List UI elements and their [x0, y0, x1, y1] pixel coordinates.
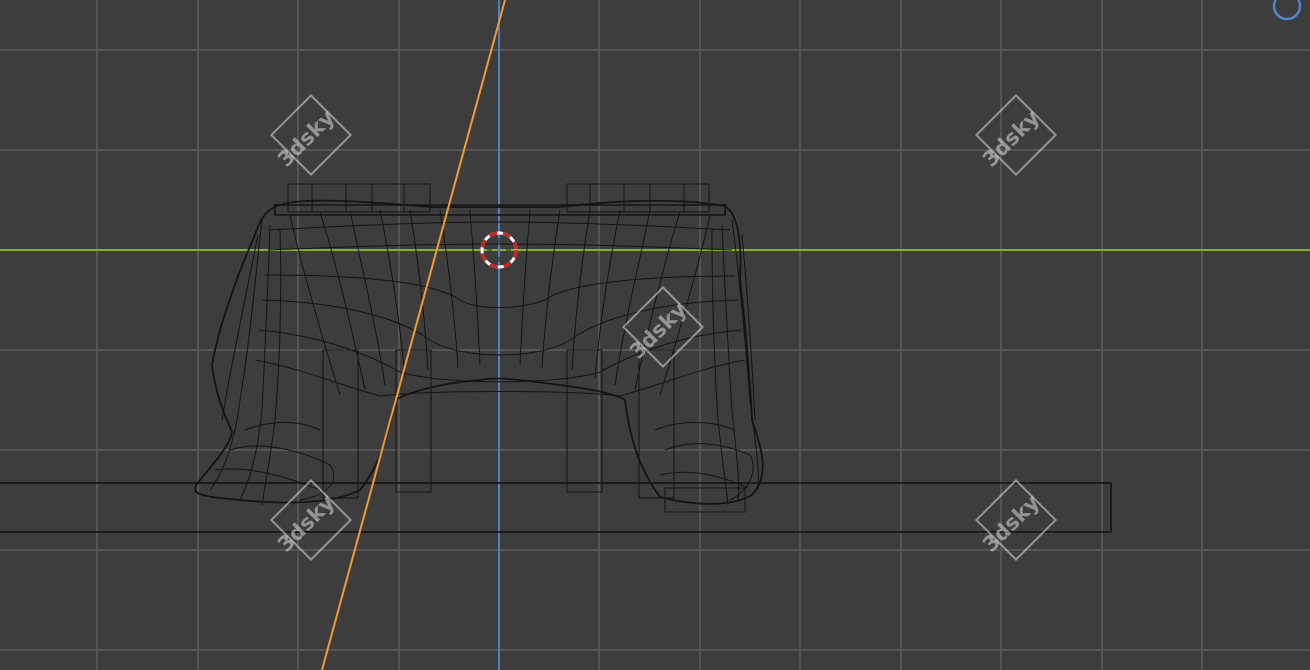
camera-line — [321, 0, 506, 670]
sofa-wireframe[interactable] — [194, 183, 764, 513]
floor-slab-wireframe — [0, 482, 1112, 533]
watermark-text: 3dsky — [273, 490, 340, 557]
watermark: 3dsky — [621, 285, 705, 369]
watermark: 3dsky — [269, 478, 353, 562]
watermark-text: 3dsky — [625, 297, 692, 364]
watermark-text: 3dsky — [978, 105, 1045, 172]
watermark: 3dsky — [269, 93, 353, 177]
watermark: 3dsky — [974, 93, 1058, 177]
watermark-text: 3dsky — [273, 105, 340, 172]
nav-gizmo-icon[interactable] — [1272, 0, 1302, 21]
3d-viewport[interactable]: 3dsky 3dsky 3dsky 3dsky 3dsky — [0, 0, 1310, 670]
watermark: 3dsky — [974, 478, 1058, 562]
watermark-text: 3dsky — [978, 490, 1045, 557]
viewport-canvas[interactable]: 3dsky 3dsky 3dsky 3dsky 3dsky — [0, 0, 1310, 670]
